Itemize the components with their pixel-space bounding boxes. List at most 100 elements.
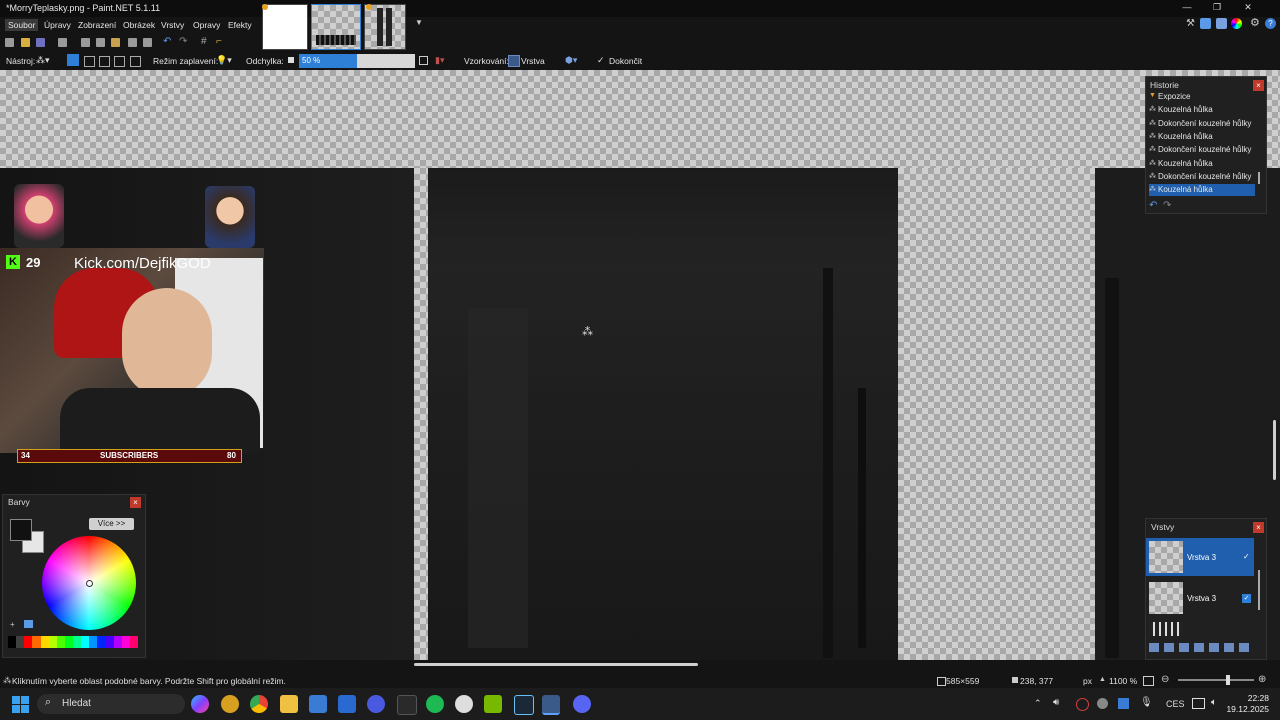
crop-icon[interactable] [128,38,137,47]
image-tab-active[interactable] [311,4,361,50]
grid-icon[interactable]: # [201,36,207,47]
history-scrollbar[interactable] [1258,172,1260,184]
open-icon[interactable] [21,38,30,47]
help-icon[interactable]: ? [1265,18,1276,29]
history-item[interactable]: Kouzelná hůlka [1149,184,1255,197]
print-icon[interactable] [58,38,67,47]
selection-clipping-dropdown[interactable]: ⬢▾ [565,55,577,66]
zoom-out-icon[interactable]: ⊖ [1161,674,1169,685]
vertical-scrollbar[interactable] [1273,420,1276,480]
history-redo-icon[interactable]: ↷ [1163,200,1171,211]
history-undo-icon[interactable]: ↶ [1149,200,1157,211]
maximize-button[interactable]: ❐ [1210,2,1224,14]
tray-app-icon[interactable] [1118,698,1129,709]
zoom-dropdown[interactable]: 1100 % [1109,676,1137,686]
menu-zobrazeni[interactable]: Zobrazení [75,19,119,31]
mail-icon[interactable] [338,695,356,713]
history-item[interactable]: Kouzelná hůlka [1149,158,1255,170]
tools-icon[interactable]: ⚒ [1186,18,1195,29]
deselect-icon[interactable] [143,38,152,47]
history-item[interactable]: Dokončení kouzelné hůlky [1149,171,1255,183]
palette-swatch[interactable] [48,636,57,648]
move-layer-up-icon[interactable] [1209,643,1219,652]
palette-swatch[interactable] [8,636,17,648]
volume-icon[interactable]: 🔊︎ [1053,697,1059,708]
units-dropdown[interactable]: px [1083,676,1092,686]
sampling-dropdown[interactable]: Vrstva [521,56,545,66]
zoom-fit-icon[interactable] [1143,676,1154,686]
history-item[interactable]: Dokončení kouzelné hůlky [1149,118,1255,130]
layers-close-button[interactable]: × [1253,522,1264,533]
undo-icon[interactable]: ↶ [163,36,171,47]
clock-date[interactable]: 19.12.2025 [1222,704,1269,714]
save-icon[interactable] [36,38,45,47]
history-window-icon[interactable] [1200,18,1211,29]
history-item[interactable]: Kouzelná hůlka [1149,131,1255,143]
layers-window-icon[interactable] [1216,18,1227,29]
add-layer-icon[interactable] [1149,643,1159,652]
history-item[interactable]: Expozice [1149,91,1255,103]
new-icon[interactable] [5,38,14,47]
layer-properties-icon[interactable] [1239,643,1249,652]
palette-swatch[interactable] [32,636,41,648]
obs-icon[interactable] [455,695,473,713]
menu-vrstvy[interactable]: Vrstvy [158,19,187,31]
close-window-button[interactable]: ✕ [1241,2,1255,14]
units-dropdown-icon[interactable]: ▲ [1099,676,1106,683]
selection-mode-exclude[interactable] [99,56,110,67]
menu-soubor[interactable]: Soubor [5,19,39,31]
layer-visible-checkbox[interactable]: ✓ [1242,594,1251,603]
language-indicator[interactable]: CES [1166,699,1185,709]
palette-swatch[interactable] [56,636,65,648]
menu-obrazek[interactable]: Obrázek [120,19,158,31]
copy-icon[interactable] [96,38,105,47]
palette-swatch[interactable] [16,636,25,648]
menu-opravy[interactable]: Opravy [190,19,223,31]
zoom-slider-thumb[interactable] [1226,675,1230,685]
terminal-icon[interactable] [397,695,417,715]
colors-window-icon[interactable] [1231,18,1242,29]
selection-mode-invert[interactable] [130,56,141,67]
palette-swatch[interactable] [24,636,33,648]
paste-icon[interactable] [111,38,120,47]
more-colors-button[interactable]: Více >> [89,518,134,530]
image-tab-blank[interactable] [262,4,308,50]
tray-app-icon[interactable] [1097,698,1108,709]
palette-swatch[interactable] [40,636,49,648]
microsoft-store-icon[interactable] [309,695,327,713]
minimize-button[interactable]: — [1180,2,1194,14]
chrome-icon[interactable] [250,695,268,713]
tray-app-icon[interactable] [1076,698,1089,711]
palette-swatch[interactable] [105,636,114,648]
spotify-icon[interactable] [426,695,444,713]
finish-button[interactable]: Dokončit [609,56,642,66]
palette-swatch[interactable] [129,636,138,648]
palette-swatch[interactable] [89,636,98,648]
canvas-image-main[interactable] [428,168,898,660]
copilot-icon[interactable] [191,695,209,713]
taskbar-app-icon[interactable] [221,695,239,713]
palette-swatch[interactable] [121,636,130,648]
antialias-icon[interactable] [419,56,428,65]
palette-swatch[interactable] [73,636,82,648]
magic-wand-tool-icon[interactable]: ⁂▾ [36,55,50,66]
history-item[interactable]: Dokončení kouzelné hůlky [1149,144,1255,156]
palette-swatch[interactable] [81,636,90,648]
color-wheel-picker[interactable] [86,580,93,587]
selection-mode-union[interactable] [84,56,95,67]
canvas-transparent-area[interactable] [0,70,1280,168]
nvidia-icon[interactable] [484,695,502,713]
delete-layer-icon[interactable] [1164,643,1174,652]
history-item[interactable]: Kouzelná hůlka [1149,104,1255,116]
selection-mode-replace[interactable] [67,54,79,66]
palette-swatch[interactable] [64,636,73,648]
add-palette-icon[interactable]: + [10,620,15,629]
history-close-button[interactable]: × [1253,80,1264,91]
image-tab-pants[interactable] [364,4,406,50]
tray-overflow-icon[interactable]: ⌃ [1034,698,1042,709]
tab-dropdown-icon[interactable]: ▼ [415,18,423,27]
fill-mode-dropdown[interactable]: 💡▾ [216,55,232,66]
layers-scrollbar[interactable] [1258,570,1260,610]
canvas-transparent-strip[interactable] [414,168,428,660]
network-icon[interactable] [1192,698,1205,709]
